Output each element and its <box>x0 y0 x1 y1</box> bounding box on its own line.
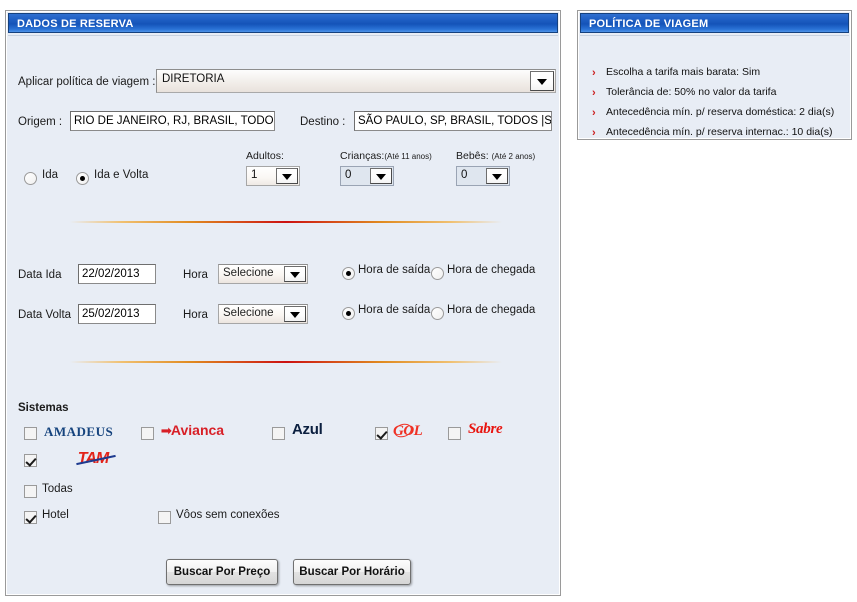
depart-radio-arrival-time-label: Hora de chegada <box>447 264 536 276</box>
return-hour-value: Selecione <box>223 307 274 319</box>
checkbox-avianca[interactable] <box>141 427 154 440</box>
travel-policy-value: DIRETORIA <box>162 73 225 85</box>
travel-policy-label: Aplicar política de viagem : <box>18 76 156 88</box>
booking-panel-title: DADOS DE RESERVA <box>8 13 558 33</box>
policy-item-3: Antecedência mín. p/ reserva internac.: … <box>606 126 833 138</box>
infants-value: 0 <box>461 169 468 181</box>
travel-policy-panel: POLÍTICA DE VIAGEM › Escolha a tarifa ma… <box>577 10 852 140</box>
chevron-down-icon <box>290 272 300 278</box>
nonstop-flights-label: Vôos sem conexões <box>176 509 280 521</box>
sabre-logo: Sabre <box>468 421 503 437</box>
return-radio-arrival-time[interactable] <box>431 307 444 320</box>
policy-bullet-icon: › <box>592 127 596 139</box>
checkbox-tam[interactable] <box>24 454 37 467</box>
hotel-label: Hotel <box>42 509 69 521</box>
policy-panel-title: POLÍTICA DE VIAGEM <box>580 13 849 33</box>
avianca-logo-text: Avianca <box>170 422 225 438</box>
radio-one-way-label: Ida <box>42 169 58 181</box>
section-divider-bottom <box>70 361 502 363</box>
policy-item-2: Antecedência mín. p/ reserva doméstica: … <box>606 106 835 118</box>
checkbox-sabre[interactable] <box>448 427 461 440</box>
return-date-label: Data Volta <box>18 309 72 321</box>
infants-select[interactable]: 0 <box>456 166 510 186</box>
depart-radio-departure-time-label: Hora de saída <box>358 264 431 276</box>
adults-dropdown-button[interactable] <box>276 168 298 184</box>
radio-round-trip-label: Ida e Volta <box>94 169 149 181</box>
return-hour-dropdown-button[interactable] <box>284 306 306 322</box>
section-divider-top <box>70 221 502 223</box>
travel-policy-dropdown-button[interactable] <box>530 71 554 91</box>
return-hour-label: Hora <box>183 309 208 321</box>
children-label: Crianças:(Até 11 anos) <box>340 150 432 162</box>
adults-value: 1 <box>251 169 258 181</box>
infants-dropdown-button[interactable] <box>486 168 508 184</box>
origin-input[interactable]: RIO DE JANEIRO, RJ, BRASIL, TODOS <box>70 111 275 131</box>
return-hour-select[interactable]: Selecione <box>218 304 308 324</box>
search-by-price-button[interactable]: Buscar Por Preço <box>166 559 278 585</box>
depart-hour-label: Hora <box>183 269 208 281</box>
application-window: DADOS DE RESERVA Aplicar política de via… <box>0 0 857 602</box>
return-radio-arrival-time-label: Hora de chegada <box>447 304 536 316</box>
children-age-note: (Até 11 anos) <box>384 152 432 161</box>
infants-age-note: (Até 2 anos) <box>491 152 536 161</box>
checkbox-azul[interactable] <box>272 427 285 440</box>
destination-input[interactable]: SÃO PAULO, SP, BRASIL, TODOS |SAO <box>354 111 552 131</box>
avianca-logo: ➟Avianca <box>161 423 224 437</box>
depart-hour-value: Selecione <box>223 267 274 279</box>
tam-logo: TAM <box>76 450 116 467</box>
children-label-text: Crianças: <box>340 150 385 162</box>
amadeus-logo: AMADEUS <box>44 424 114 439</box>
radio-round-trip[interactable] <box>76 172 89 185</box>
checkbox-all-systems[interactable] <box>24 485 37 498</box>
policy-item-0: Escolha a tarifa mais barata: Sim <box>606 66 761 78</box>
chevron-down-icon <box>537 79 547 85</box>
checkbox-gol[interactable] <box>375 427 388 440</box>
radio-one-way[interactable] <box>24 172 37 185</box>
checkbox-amadeus[interactable] <box>24 427 37 440</box>
destination-label: Destino : <box>300 116 346 128</box>
depart-hour-select[interactable]: Selecione <box>218 264 308 284</box>
gol-logo: GOL <box>392 421 423 440</box>
return-radio-departure-time-label: Hora de saída <box>358 304 431 316</box>
policy-bullet-icon: › <box>592 67 596 79</box>
policy-panel-body: › Escolha a tarifa mais barata: Sim › To… <box>580 35 849 139</box>
booking-data-panel: DADOS DE RESERVA Aplicar política de via… <box>5 10 561 596</box>
policy-item-1: Tolerância de: 50% no valor da tarifa <box>606 86 777 98</box>
chevron-down-icon <box>376 174 386 180</box>
search-by-time-button[interactable]: Buscar Por Horário <box>293 559 411 585</box>
origin-label: Origem : <box>18 116 63 128</box>
return-radio-departure-time[interactable] <box>342 307 355 320</box>
systems-heading: Sistemas <box>18 402 69 414</box>
policy-bullet-icon: › <box>592 107 596 119</box>
children-dropdown-button[interactable] <box>370 168 392 184</box>
chevron-down-icon <box>290 312 300 318</box>
policy-bullet-icon: › <box>592 87 596 99</box>
depart-date-label: Data Ida <box>18 269 62 281</box>
children-value: 0 <box>345 169 352 181</box>
infants-label: Bebês: (Até 2 anos) <box>456 150 535 162</box>
booking-panel-body: Aplicar política de viagem : DIRETORIA O… <box>8 35 558 593</box>
depart-radio-arrival-time[interactable] <box>431 267 444 280</box>
adults-select[interactable]: 1 <box>246 166 300 186</box>
azul-logo: Azul <box>292 421 323 438</box>
travel-policy-select[interactable]: DIRETORIA <box>156 69 556 93</box>
chevron-down-icon <box>282 174 292 180</box>
return-date-input[interactable]: 25/02/2013 <box>78 304 156 324</box>
checkbox-nonstop-flights[interactable] <box>158 511 171 524</box>
depart-hour-dropdown-button[interactable] <box>284 266 306 282</box>
depart-radio-departure-time[interactable] <box>342 267 355 280</box>
chevron-down-icon <box>492 174 502 180</box>
depart-date-input[interactable]: 22/02/2013 <box>78 264 156 284</box>
children-select[interactable]: 0 <box>340 166 394 186</box>
infants-label-text: Bebês: <box>456 150 489 162</box>
all-systems-label: Todas <box>42 483 73 495</box>
checkbox-hotel[interactable] <box>24 511 37 524</box>
adults-label: Adultos: <box>246 150 284 162</box>
